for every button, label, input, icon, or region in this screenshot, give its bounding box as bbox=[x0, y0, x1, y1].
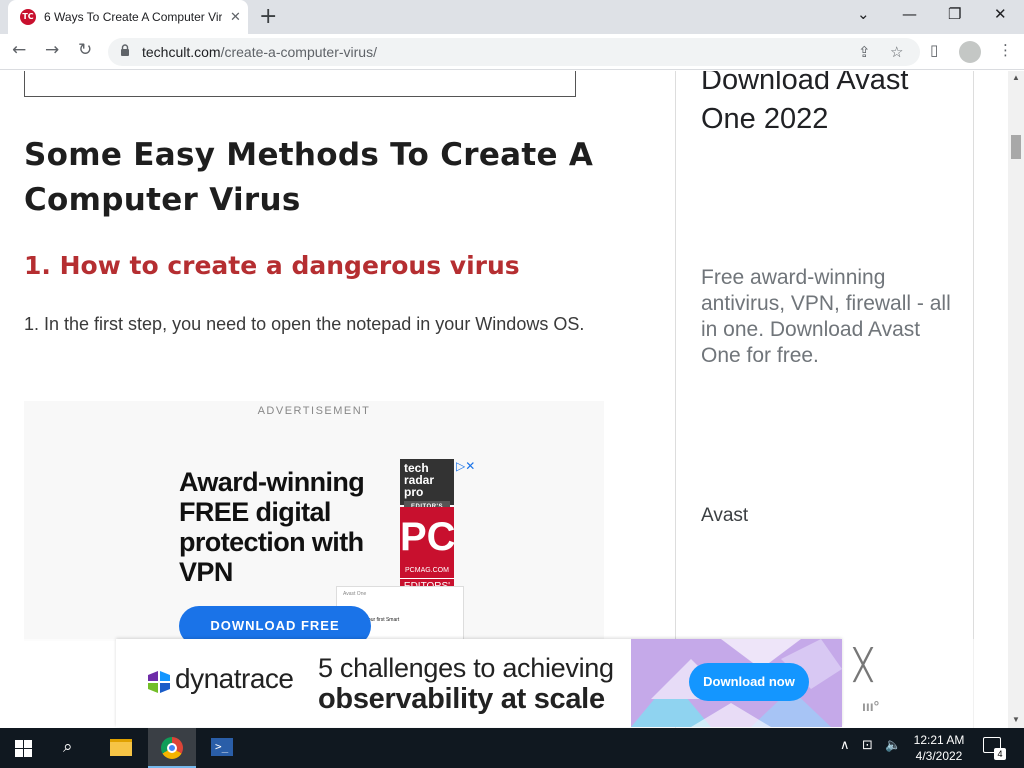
page-viewport: Some Easy Methods To Create A Computer V… bbox=[0, 71, 1008, 728]
tab-strip: TC 6 Ways To Create A Computer Virus ✕ +… bbox=[0, 0, 1024, 34]
menu-icon[interactable]: ⋮ bbox=[998, 41, 1013, 59]
back-button[interactable]: ← bbox=[12, 40, 26, 60]
lock-icon bbox=[121, 44, 129, 56]
ad-headline[interactable]: Award-winning FREE digital protection wi… bbox=[179, 467, 399, 587]
previous-content-box bbox=[24, 71, 576, 97]
sidebar-ad[interactable]: Download Avast One 2022 Free award-winni… bbox=[675, 71, 974, 728]
powershell-button[interactable]: >_ bbox=[198, 728, 246, 768]
share-icon[interactable]: ⇪ bbox=[858, 43, 871, 61]
dynatrace-logo-icon bbox=[148, 671, 170, 693]
sidebar-ad-title[interactable]: Download Avast One 2022 bbox=[701, 71, 961, 139]
close-window-button[interactable]: ✕ bbox=[994, 5, 1007, 23]
techradar-text: tech radar pro bbox=[404, 461, 435, 499]
mock-title: Avast One bbox=[343, 591, 367, 597]
restore-button[interactable]: ❐ bbox=[948, 5, 961, 23]
clock-date: 4/3/2022 bbox=[915, 749, 963, 763]
pc-logo-text: PC bbox=[400, 515, 456, 559]
close-ad-icon[interactable]: ╳ bbox=[854, 648, 872, 683]
folder-icon bbox=[110, 739, 132, 756]
sidebar-ad-description: Free award-winning antivirus, VPN, firew… bbox=[701, 266, 951, 367]
bottom-banner-ad[interactable]: dynatrace 5 challenges to achieving obse… bbox=[116, 639, 842, 727]
taskbar-clock[interactable]: 12:21 AM 4/3/2022 bbox=[906, 732, 972, 764]
scroll-down-arrow-icon[interactable]: ▼ bbox=[1012, 715, 1020, 724]
ad-label: ADVERTISEMENT bbox=[257, 405, 371, 417]
network-icon[interactable]: ⊡ bbox=[862, 738, 873, 753]
browser-toolbar: ← → ↻ techcult.com/create-a-computer-vir… bbox=[0, 34, 1024, 70]
notification-count: 4 bbox=[994, 748, 1006, 760]
windows-start-icon[interactable] bbox=[15, 740, 32, 757]
bookmark-star-icon[interactable]: ☆ bbox=[890, 43, 903, 61]
url-domain: techcult.com bbox=[142, 44, 221, 60]
tab-close-icon[interactable]: ✕ bbox=[230, 9, 241, 25]
page-scrollbar[interactable]: ▲ ▼ bbox=[1008, 71, 1024, 728]
forward-button[interactable]: → bbox=[45, 40, 59, 60]
powershell-icon: >_ bbox=[211, 738, 233, 756]
scrollbar-thumb[interactable] bbox=[1011, 135, 1021, 159]
article-paragraph: 1. In the first step, you need to open t… bbox=[24, 314, 585, 334]
bottom-ad-line1: 5 challenges to achieving bbox=[318, 653, 614, 683]
url-path: /create-a-computer-virus/ bbox=[220, 44, 377, 60]
profile-avatar[interactable] bbox=[959, 41, 981, 63]
minimize-button[interactable]: — bbox=[902, 5, 917, 23]
techradar-badge: tech radar pro EDITOR'S CHOICE bbox=[400, 459, 454, 525]
tab-active[interactable]: TC 6 Ways To Create A Computer Virus ✕ bbox=[8, 0, 248, 34]
side-panel-icon[interactable]: ▯ bbox=[930, 41, 938, 59]
new-tab-button[interactable]: + bbox=[259, 4, 277, 29]
inline-ad: ADVERTISEMENT Award-winning FREE digital… bbox=[24, 401, 604, 646]
article-subheading: 1. How to create a dangerous virus bbox=[24, 251, 520, 280]
bottom-ad-line2: observability at scale bbox=[318, 683, 605, 715]
adchoices-icon[interactable]: ▷✕ bbox=[456, 459, 475, 473]
scroll-up-arrow-icon[interactable]: ▲ bbox=[1012, 73, 1020, 82]
pcmag-text: PCMAG.COM bbox=[405, 567, 449, 574]
tab-search-chevron-icon[interactable]: ⌄ bbox=[857, 5, 870, 23]
tab-title: 6 Ways To Create A Computer Virus bbox=[44, 10, 222, 24]
ad-provider-icon[interactable]: ııı° bbox=[862, 698, 879, 714]
tray-chevron-icon[interactable]: ∧ bbox=[840, 738, 850, 753]
techcult-favicon-icon: TC bbox=[20, 9, 36, 25]
file-explorer-button[interactable] bbox=[98, 728, 146, 768]
download-now-button[interactable]: Download now bbox=[689, 663, 809, 701]
sidebar-ad-brand: Avast bbox=[701, 505, 749, 526]
address-url: techcult.com/create-a-computer-virus/ bbox=[142, 44, 377, 60]
volume-icon[interactable]: 🔈 bbox=[885, 738, 901, 753]
article-heading: Some Easy Methods To Create A Computer V… bbox=[24, 137, 594, 218]
windows-taskbar: ⌕ >_ ∧ ⊡ 🔈 12:21 AM 4/3/2022 4 bbox=[0, 728, 1024, 768]
reload-button[interactable]: ↻ bbox=[78, 40, 92, 60]
chrome-icon bbox=[161, 737, 183, 759]
search-icon[interactable]: ⌕ bbox=[63, 737, 73, 757]
clock-time: 12:21 AM bbox=[913, 733, 965, 747]
dynatrace-brand: dynatrace bbox=[175, 663, 294, 694]
address-bar[interactable]: techcult.com/create-a-computer-virus/ ⇪ … bbox=[108, 38, 920, 66]
chrome-taskbar-button[interactable] bbox=[148, 728, 196, 768]
